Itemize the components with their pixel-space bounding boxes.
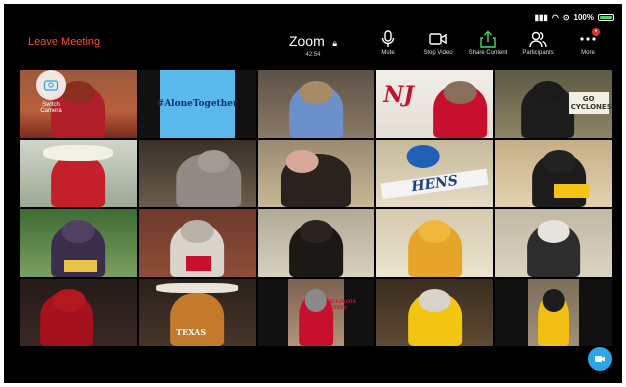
video-tile [20, 278, 137, 346]
mascot-head [542, 289, 565, 313]
video-tile: ILLINOIS STATE [257, 278, 375, 346]
more-dots-icon [566, 30, 610, 48]
share-content-button[interactable]: Share Content [466, 30, 510, 56]
njit-logo: NJ [383, 82, 414, 109]
video-tile: GO CYCLONES [495, 70, 612, 138]
share-content-label: Share Content [468, 50, 508, 56]
microphone-icon [366, 30, 410, 48]
video-tile [495, 139, 612, 207]
mascot-head [299, 80, 333, 104]
gallery-view-grid: #AloneTogether NJ GO CYCLONES HENS TEXAS… [20, 70, 612, 346]
participants-icon [516, 30, 560, 48]
mascot-head [180, 219, 214, 243]
video-tile [257, 70, 375, 138]
alone-together-sign: #AloneTogether [157, 70, 238, 138]
mascot-horns [156, 282, 239, 294]
lock-icon: 🔒︎ [332, 38, 338, 48]
meeting-controls: Mute Stop Video Share Content Participan… [366, 28, 610, 56]
participants-label: Participants [522, 50, 554, 56]
video-tile: HENS [376, 139, 494, 207]
video-tile [376, 209, 494, 277]
zoom-meeting-screen: ▮▮▮ ◠ ⊙ 100% Leave Meeting Zoom 🔒︎ 42:54… [4, 4, 622, 383]
floating-video-button[interactable] [588, 347, 612, 371]
illinois-state-sign: ILLINOIS STATE [329, 298, 357, 311]
video-camera-icon [595, 356, 605, 362]
participant-video: #AloneTogether [157, 70, 238, 138]
mute-button[interactable]: Mute [366, 30, 410, 56]
mascot-head [444, 80, 477, 104]
video-tile [257, 209, 375, 277]
video-tile: NJ [376, 70, 494, 138]
video-tile [495, 209, 612, 277]
switch-camera-label: Switch Camera [40, 102, 62, 114]
video-tile [138, 209, 256, 277]
mascot-head [531, 80, 565, 104]
mascot-shirt [553, 184, 589, 198]
participant-video: ILLINOIS STATE [287, 278, 357, 346]
notification-badge: • [591, 28, 600, 36]
mute-label: Mute [381, 50, 395, 56]
switch-camera-button[interactable]: Switch Camera [34, 70, 68, 114]
mascot-head [537, 219, 570, 243]
video-tile [257, 139, 375, 207]
mascot-head [62, 219, 95, 243]
mascot-head [418, 219, 452, 243]
participant-video [527, 278, 580, 346]
video-tile [20, 139, 137, 207]
participant-video [51, 154, 106, 207]
video-tile: #AloneTogether [138, 70, 256, 138]
video-camera-icon [416, 30, 460, 48]
mascot-hat [43, 144, 114, 162]
mascot-head [52, 289, 86, 313]
mascot-head [418, 289, 452, 313]
video-tile [20, 209, 137, 277]
more-button[interactable]: • More [566, 28, 610, 56]
participant-video [170, 293, 225, 346]
mascot-jersey [185, 256, 212, 272]
go-cyclones-sign: GO CYCLONES [568, 91, 612, 114]
meeting-title: Zoom [288, 33, 325, 49]
video-tile [376, 278, 494, 346]
meeting-top-bar: Leave Meeting Zoom 🔒︎ 42:54 Mute Stop Vi… [6, 20, 620, 68]
participants-button[interactable]: Participants [516, 30, 560, 56]
share-upload-icon [466, 30, 510, 48]
leave-meeting-button[interactable]: Leave Meeting [28, 36, 100, 48]
mascot-jersey [64, 260, 98, 273]
texas-jersey: TEXAS [176, 326, 207, 337]
mascot-head [197, 150, 230, 174]
video-tile [138, 139, 256, 207]
ohio-hens-sign: HENS [380, 168, 490, 200]
video-tile [495, 278, 612, 346]
video-tile: TEXAS [138, 278, 256, 346]
switch-camera-icon [36, 70, 66, 100]
stop-video-label: Stop Video [423, 50, 453, 56]
mascot-head [543, 150, 576, 174]
mascot-head [299, 219, 333, 243]
stop-video-button[interactable]: Stop Video [416, 30, 460, 56]
more-label: More [581, 50, 595, 56]
mascot-head [285, 150, 319, 174]
mascot-head [406, 144, 440, 168]
